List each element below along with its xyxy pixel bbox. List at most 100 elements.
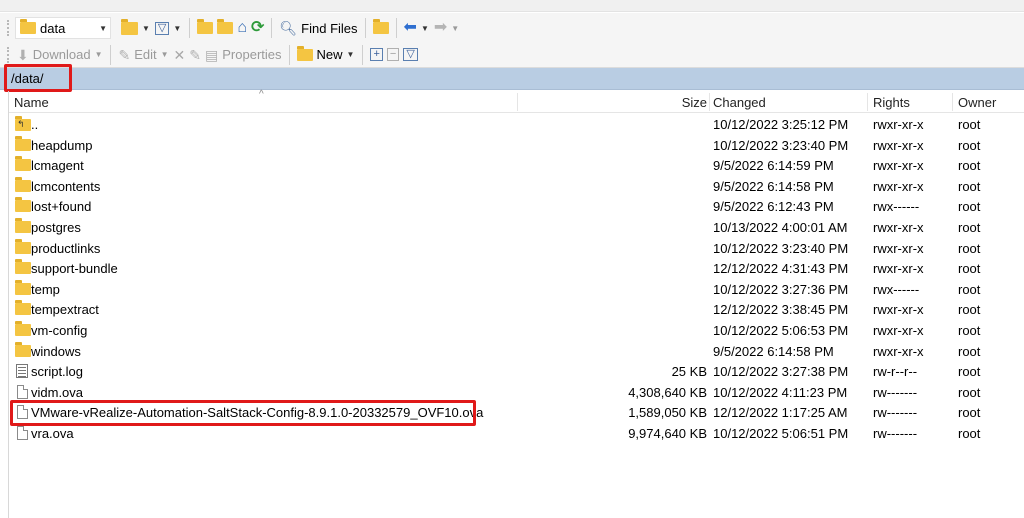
file-rights: rwxr-xr-x [873,137,924,153]
file-owner: root [958,426,981,441]
delete-button[interactable]: ✕ [172,44,188,66]
folder-icon [20,19,36,34]
table-row[interactable]: lcmcontents 9/5/2022 6:14:58 PM rwxr-xr-… [9,176,1024,197]
column-header-rights[interactable]: Rights [873,95,910,110]
folder-icon [15,218,31,233]
folder-icon [15,197,31,213]
chevron-down-icon[interactable]: ▼ [421,24,429,33]
file-changed: 10/12/2022 3:23:40 PM [713,240,849,256]
home-button[interactable]: ⌂ [235,17,249,39]
chevron-down-icon[interactable]: ▼ [95,50,103,59]
parent-directory-button[interactable] [195,17,215,39]
toolbar-grip[interactable] [7,20,11,36]
table-row[interactable]: postgres 10/13/2022 4:00:01 AM rwxr-xr-x… [9,217,1024,238]
root-directory-button[interactable] [215,17,235,39]
edit-icon: ✎ [118,46,131,63]
table-row[interactable]: productlinks 10/12/2022 3:23:40 PM rwxr-… [9,238,1024,259]
tree-view-button[interactable] [371,17,391,39]
file-name: vm-config [31,323,88,338]
file-name: lcmagent [31,158,84,174]
chevron-down-icon[interactable]: ▼ [99,24,107,33]
table-row[interactable]: temp 10/12/2022 3:27:36 PM rwx------ roo… [9,279,1024,300]
file-owner: root [958,240,981,256]
file-name: productlinks [31,240,101,256]
toolbar-grip[interactable] [7,46,11,63]
file-owner: root [958,302,981,318]
chevron-down-icon[interactable]: ▼ [161,50,169,59]
filter-button[interactable]: ▽ [153,17,171,39]
toolbar-separator [271,18,273,38]
file-rights: rwxr-xr-x [873,220,924,235]
table-row[interactable]: lost+found 9/5/2022 6:12:43 PM rwx------… [9,196,1024,217]
back-button[interactable]: ⬅ [402,17,419,39]
column-header-owner[interactable]: Owner [958,95,996,110]
chevron-down-icon[interactable]: ▼ [347,50,355,59]
file-owner: root [958,323,981,338]
find-files-button[interactable]: 🔍︎ Find Files [277,17,359,39]
table-row-parent[interactable]: ↰ .. 10/12/2022 3:25:12 PM rwxr-xr-x roo… [9,114,1024,135]
chevron-down-icon[interactable]: ▼ [142,24,150,33]
column-header-size[interactable]: Size [682,95,707,110]
column-separator[interactable] [517,93,518,111]
forward-button[interactable]: ➡ [432,17,449,39]
column-separator[interactable] [867,93,868,111]
download-label: Download [32,47,91,62]
file-owner: root [958,281,981,297]
file-owner: root [958,158,981,174]
file-rights: rwxr-xr-x [873,240,924,256]
path-bar[interactable]: /data/ [0,68,1024,90]
column-header-name[interactable]: Name [14,95,49,110]
open-folder-icon [121,18,138,35]
rename-button[interactable]: ✎ [187,44,203,66]
table-row[interactable]: support-bundle 12/12/2022 4:31:43 PM rwx… [9,258,1024,279]
table-row[interactable]: vm-config 10/12/2022 5:06:53 PM rwxr-xr-… [9,320,1024,341]
file-name: lcmcontents [31,178,101,194]
file-owner: root [958,261,981,277]
select-all-button[interactable]: + [368,44,384,66]
find-files-icon: 🔍︎ [279,20,298,36]
chevron-down-icon[interactable]: ▼ [451,24,459,33]
file-rights: rw------- [873,426,918,441]
column-separator[interactable] [709,93,710,111]
properties-icon: ▤ [205,46,219,63]
column-separator[interactable] [952,93,953,111]
file-actions-toolbar: ⬇ Download ▼ ✎ Edit ▼ ✕ ✎ ▤ Properties N… [0,42,1024,68]
new-label: New [316,47,343,62]
table-row[interactable]: vra.ova 9,974,640 KB 10/12/2022 5:06:51 … [9,423,1024,444]
table-row[interactable]: windows 9/5/2022 6:14:58 PM rwxr-xr-x ro… [9,341,1024,362]
file-icon [17,426,28,440]
filter-icon: ▽ [154,21,170,35]
table-row[interactable]: script.log 25 KB 10/12/2022 3:27:38 PM r… [9,361,1024,382]
file-name: lost+found [31,199,92,215]
table-row[interactable]: tempextract 12/12/2022 3:38:45 PM rwxr-x… [9,299,1024,320]
refresh-button[interactable]: ⟳ [249,17,266,39]
file-name: postgres [31,220,81,235]
delete-icon: ✕ [173,46,186,63]
file-owner: root [958,117,981,132]
file-rights: rw------- [873,405,918,421]
location-dropdown[interactable]: data ▼ [15,17,111,39]
file-owner: root [958,137,981,153]
table-row[interactable]: lcmagent 9/5/2022 6:14:59 PM rwxr-xr-x r… [9,155,1024,176]
refresh-icon: ⟳ [250,19,265,36]
new-button[interactable]: New [295,44,345,66]
file-name: script.log [31,364,84,380]
folder-icon [15,300,31,316]
file-changed: 10/12/2022 3:27:38 PM [713,364,849,380]
download-button[interactable]: ⬇ Download [15,44,93,66]
file-owner: root [958,199,981,215]
filter-selection-button[interactable]: ▽ [401,44,419,66]
column-header-changed[interactable]: Changed [713,95,766,110]
file-name: vra.ova [31,426,74,441]
table-row[interactable]: heapdump 10/12/2022 3:23:40 PM rwxr-xr-x… [9,135,1024,156]
file-rights: rwx------ [873,281,920,297]
file-changed: 10/12/2022 4:11:23 PM [713,384,848,400]
edit-button[interactable]: ✎ Edit [116,44,158,66]
unselect-all-button[interactable]: − [385,44,401,66]
properties-button[interactable]: ▤ Properties [203,44,283,66]
find-files-label: Find Files [301,20,358,36]
chevron-down-icon[interactable]: ▼ [173,24,181,33]
file-list[interactable]: Name ^ Size Changed Rights Owner ↰ .. 10… [8,89,1024,518]
arrow-left-icon: ⬅ [403,19,417,36]
open-directory-button[interactable] [119,17,140,39]
